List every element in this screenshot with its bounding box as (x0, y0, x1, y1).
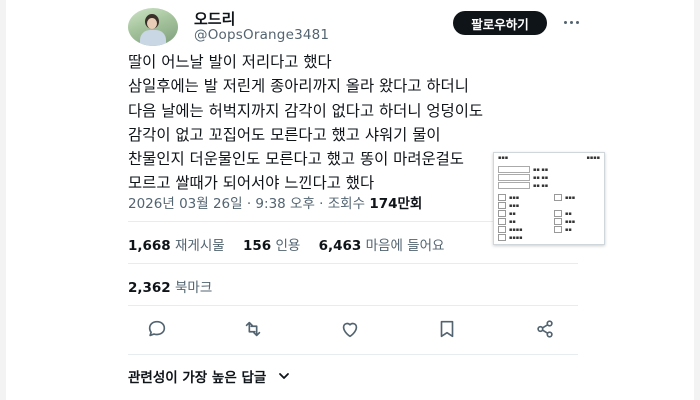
popup-key-row: ▪▪▪▪ (498, 234, 600, 241)
key-icon[interactable] (498, 226, 506, 233)
key-icon[interactable] (554, 218, 562, 225)
close-icon[interactable]: ▪▪▪▪ (586, 155, 600, 162)
popup-key-row: ▪▪▪ ▪▪▪ (498, 194, 600, 201)
popup-header: ▪▪▪ ▪▪▪▪ (498, 155, 600, 163)
engagement-stats: 1,668 재게시물 156 인용 6,463 마음에 들어요 (128, 234, 444, 254)
chevron-down-icon (279, 373, 290, 379)
tweet-line: 다음 날에는 허벅지까지 감각이 없다고 하더니 엉덩이도 (128, 101, 484, 120)
tweet-line: 딸이 어느날 발이 저리다고 했다 (128, 53, 332, 71)
popup-key-row: ▪▪▪ (498, 202, 600, 209)
quotes-count: 156 (242, 238, 272, 254)
author-handle[interactable]: @OopsOrange3481 (194, 27, 329, 43)
share-icon[interactable] (534, 318, 558, 342)
action-bar (146, 318, 566, 342)
tweet-meta: 2026년 03월 26일 · 9:38 오후 · 조회수 174만회 (128, 192, 422, 212)
more-options-icon[interactable] (564, 14, 580, 30)
quotes-stat[interactable]: 156 인용 (243, 238, 300, 254)
left-margin-strip (0, 0, 6, 400)
tweet-timestamp[interactable]: 2026년 03월 26일 · 9:38 오후 · 조회수 (128, 196, 365, 212)
view-count: 174만회 (369, 196, 423, 212)
likes-label: 마음에 들어요 (365, 238, 445, 254)
avatar[interactable] (128, 8, 178, 46)
quotes-label: 인용 (275, 238, 301, 254)
reply-icon[interactable] (146, 318, 170, 342)
popup-key-row: ▪▪▪▪ ▪▪ (498, 226, 600, 233)
divider (128, 305, 578, 306)
retweets-stat[interactable]: 1,668 재게시물 (128, 238, 225, 254)
key-icon[interactable] (554, 194, 562, 201)
bookmark-icon[interactable] (436, 318, 460, 342)
avatar-face (147, 18, 157, 29)
divider (128, 354, 578, 355)
popup-option-row[interactable]: ▪▪ ▪▪ (498, 166, 548, 173)
avatar-body (140, 30, 166, 46)
key-icon[interactable] (498, 202, 506, 209)
like-icon[interactable] (339, 318, 363, 342)
author-name[interactable]: 오드리 (194, 8, 235, 29)
follow-button[interactable]: 팔로우하기 (453, 11, 547, 35)
tweet-line: 감각이 없고 꼬집어도 모른다고 했고 샤워기 물이 (128, 125, 441, 144)
replies-sort-label: 관련성이 가장 높은 답글 (128, 370, 267, 386)
key-icon[interactable] (498, 194, 506, 201)
retweet-icon[interactable] (242, 318, 266, 342)
likes-count: 6,463 (318, 238, 362, 254)
likes-stat[interactable]: 6,463 마음에 들어요 (319, 238, 445, 254)
replies-sort-dropdown[interactable]: 관련성이 가장 높은 답글 (128, 366, 290, 386)
retweets-label: 재게시물 (175, 238, 225, 254)
bookmarks-stat[interactable]: 2,362 북마크 (128, 276, 212, 296)
divider (128, 263, 578, 264)
shortcut-popup: ▪▪▪ ▪▪▪▪ ▪▪ ▪▪ ▪▪ ▪▪ ▪▪ ▪▪ ▪▪▪ ▪▪▪ ▪▪▪ ▪… (493, 152, 605, 245)
key-icon[interactable] (554, 210, 562, 217)
bookmarks-count: 2,362 (128, 280, 171, 296)
right-margin-strip (694, 0, 700, 400)
popup-title-icon: ▪▪▪ (498, 155, 509, 161)
retweets-count: 1,668 (128, 238, 171, 254)
popup-key-row: ▪▪ ▪▪ (498, 210, 600, 217)
tweet-line: 삼일후에는 발 저린게 종아리까지 올라 왔다고 하더니 (128, 77, 469, 96)
popup-key-row: ▪▪ ▪▪▪ (498, 218, 600, 225)
key-icon[interactable] (498, 218, 506, 225)
key-icon[interactable] (498, 210, 506, 217)
bookmarks-label: 북마크 (175, 280, 213, 296)
popup-option-row[interactable]: ▪▪ ▪▪ (498, 174, 548, 181)
key-icon[interactable] (498, 234, 506, 241)
popup-option-row[interactable]: ▪▪ ▪▪ (498, 182, 548, 189)
key-icon[interactable] (554, 226, 562, 233)
